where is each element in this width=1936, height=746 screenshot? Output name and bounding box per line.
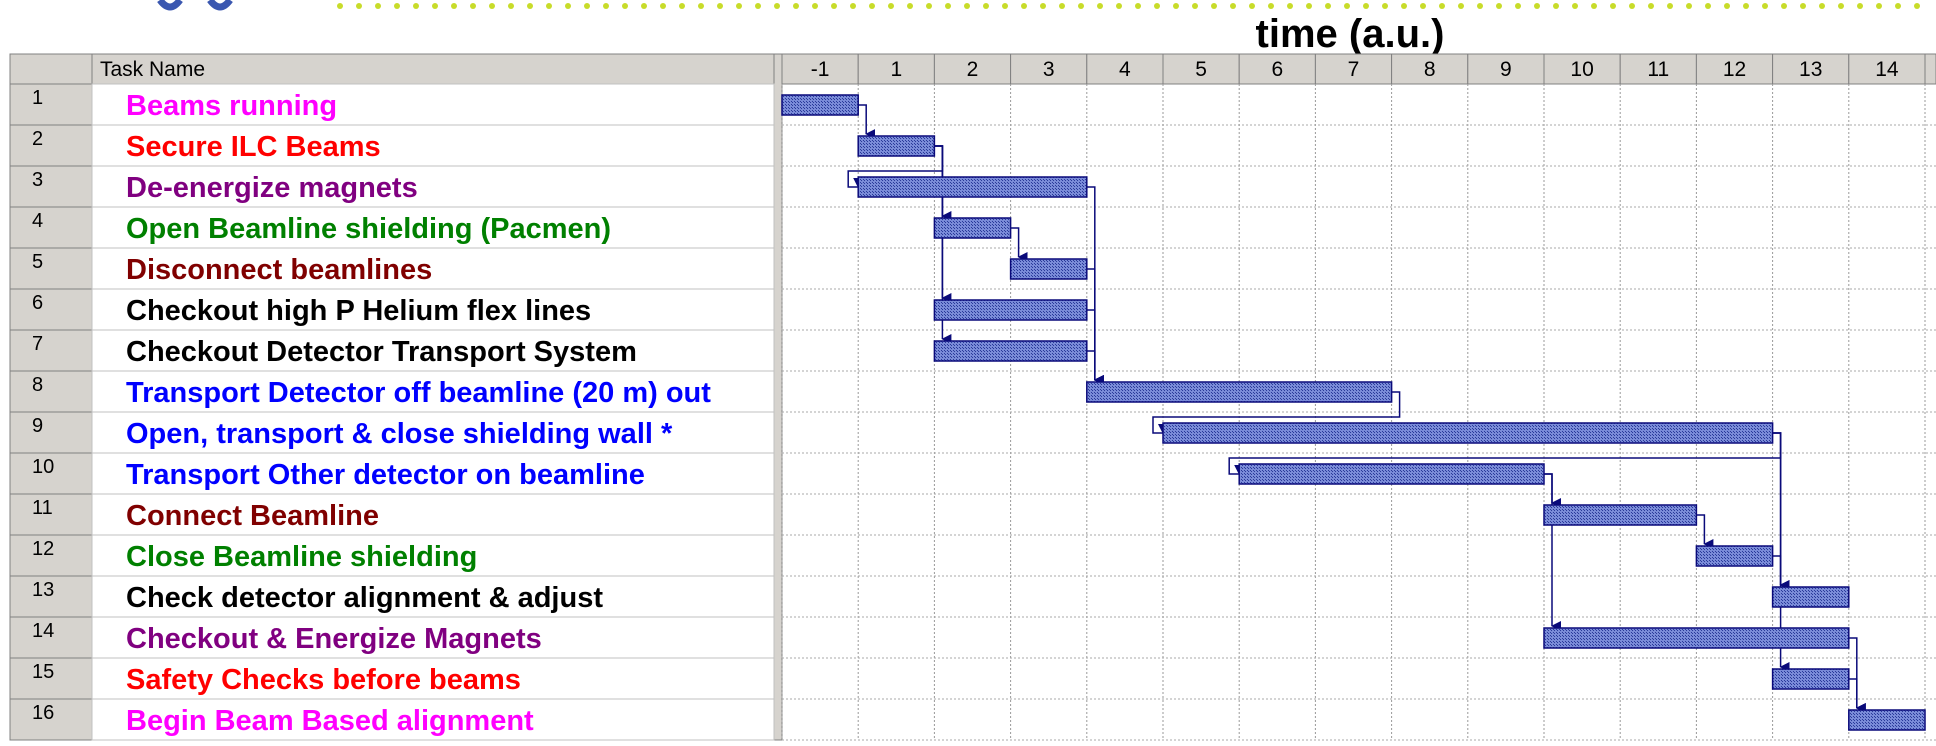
row-number: 3 <box>32 169 43 191</box>
row-number: 12 <box>32 538 54 560</box>
task-bar[interactable] <box>1238 463 1545 485</box>
row-number-cell[interactable] <box>9 206 93 249</box>
row-number: 5 <box>32 251 43 273</box>
timescale-label: 3 <box>1043 58 1055 81</box>
row-number-header <box>9 53 93 85</box>
row-number: 4 <box>32 210 43 232</box>
timescale-label: 11 <box>1647 58 1669 81</box>
row-number-cell[interactable] <box>9 247 93 290</box>
task-name: Connect Beamline <box>126 500 379 532</box>
task-bar[interactable] <box>1086 381 1393 403</box>
timescale-label: 13 <box>1799 58 1822 81</box>
row-number: 1 <box>32 87 43 109</box>
task-name: Checkout high P Helium flex lines <box>126 295 591 327</box>
dependency-link <box>1086 350 1104 385</box>
row-number-cell[interactable] <box>9 83 93 126</box>
task-bar[interactable] <box>1162 422 1774 444</box>
row-number: 9 <box>32 415 43 437</box>
timescale-label: 12 <box>1723 58 1746 81</box>
row-number: 11 <box>32 497 53 519</box>
task-bar[interactable] <box>933 299 1088 321</box>
row-number-cell[interactable] <box>9 370 93 413</box>
row-number-cell[interactable] <box>9 329 93 372</box>
timescale-label: 4 <box>1119 58 1131 81</box>
task-name: De-energize magnets <box>126 172 418 204</box>
row-number-cell[interactable] <box>9 411 93 454</box>
timescale-cell <box>1924 53 1936 85</box>
dependency-link <box>1544 473 1561 631</box>
timescale-label: 14 <box>1875 58 1899 81</box>
row-number: 10 <box>32 456 54 478</box>
task-name: Safety Checks before beams <box>126 664 521 696</box>
task-bar[interactable] <box>933 340 1088 362</box>
dependency-link <box>1086 268 1104 385</box>
dependency-link <box>1086 309 1104 385</box>
task-bar[interactable] <box>781 94 859 116</box>
task-name: Disconnect beamlines <box>126 254 432 286</box>
task-name: Transport Detector off beamline (20 m) o… <box>126 377 711 409</box>
dependency-link <box>1544 473 1561 508</box>
task-name: Begin Beam Based alignment <box>126 705 534 737</box>
task-name: Beams running <box>126 90 337 122</box>
row-number-cell[interactable] <box>9 165 93 208</box>
task-name: Open, transport & close shielding wall * <box>126 418 673 450</box>
dependency-link <box>1010 227 1028 262</box>
timescale-label: 1 <box>890 58 902 81</box>
row-number: 13 <box>32 579 54 601</box>
task-name: Close Beamline shielding <box>126 541 477 573</box>
task-bar[interactable] <box>1771 668 1850 690</box>
task-bar[interactable] <box>1543 627 1850 649</box>
gantt-chart: Task Name 1 Beams running 2 Secure ILC Beams… <box>9 53 1936 741</box>
task-bar[interactable] <box>1695 545 1774 567</box>
row-number: 15 <box>32 661 54 683</box>
timescale-label: 8 <box>1424 58 1436 81</box>
dependency-link <box>1696 514 1714 549</box>
task-name-header-label: Task Name <box>100 58 205 81</box>
task-name: Transport Other detector on beamline <box>126 459 645 491</box>
row-number: 8 <box>32 374 43 396</box>
timescale-label: 2 <box>967 58 979 81</box>
timescale-label: 5 <box>1195 58 1207 81</box>
task-bar[interactable] <box>857 176 1088 198</box>
row-number: 7 <box>32 333 43 355</box>
row-number: 16 <box>32 702 54 724</box>
row-number: 14 <box>32 620 54 642</box>
dependency-link <box>1772 432 1790 590</box>
task-bar[interactable] <box>1009 258 1088 280</box>
timescale-label: 10 <box>1570 58 1593 81</box>
timescale-label: 6 <box>1271 58 1283 81</box>
dependency-link <box>1848 678 1866 713</box>
timescale-label: 7 <box>1348 58 1360 81</box>
pane-splitter[interactable] <box>773 53 783 741</box>
task-name: Check detector alignment & adjust <box>126 582 603 614</box>
dependency-link <box>858 104 876 139</box>
task-bar[interactable] <box>1771 586 1850 608</box>
task-bar[interactable] <box>857 135 936 157</box>
row-number-cell[interactable] <box>9 124 93 167</box>
row-number: 6 <box>32 292 43 314</box>
task-name: Checkout Detector Transport System <box>126 336 637 368</box>
task-bar[interactable] <box>933 217 1012 239</box>
row-number-cell[interactable] <box>9 288 93 331</box>
timescale-label: 9 <box>1500 58 1512 81</box>
task-name: Secure ILC Beams <box>126 131 381 163</box>
task-name: Checkout & Energize Magnets <box>126 623 542 655</box>
row-number: 2 <box>32 128 43 150</box>
dependency-link <box>1848 637 1866 713</box>
task-name: Open Beamline shielding (Pacmen) <box>126 213 611 245</box>
timescale-label: -1 <box>811 58 830 81</box>
task-bar[interactable] <box>1848 709 1926 731</box>
task-bar[interactable] <box>1543 504 1698 526</box>
dependency-link <box>1772 555 1790 590</box>
